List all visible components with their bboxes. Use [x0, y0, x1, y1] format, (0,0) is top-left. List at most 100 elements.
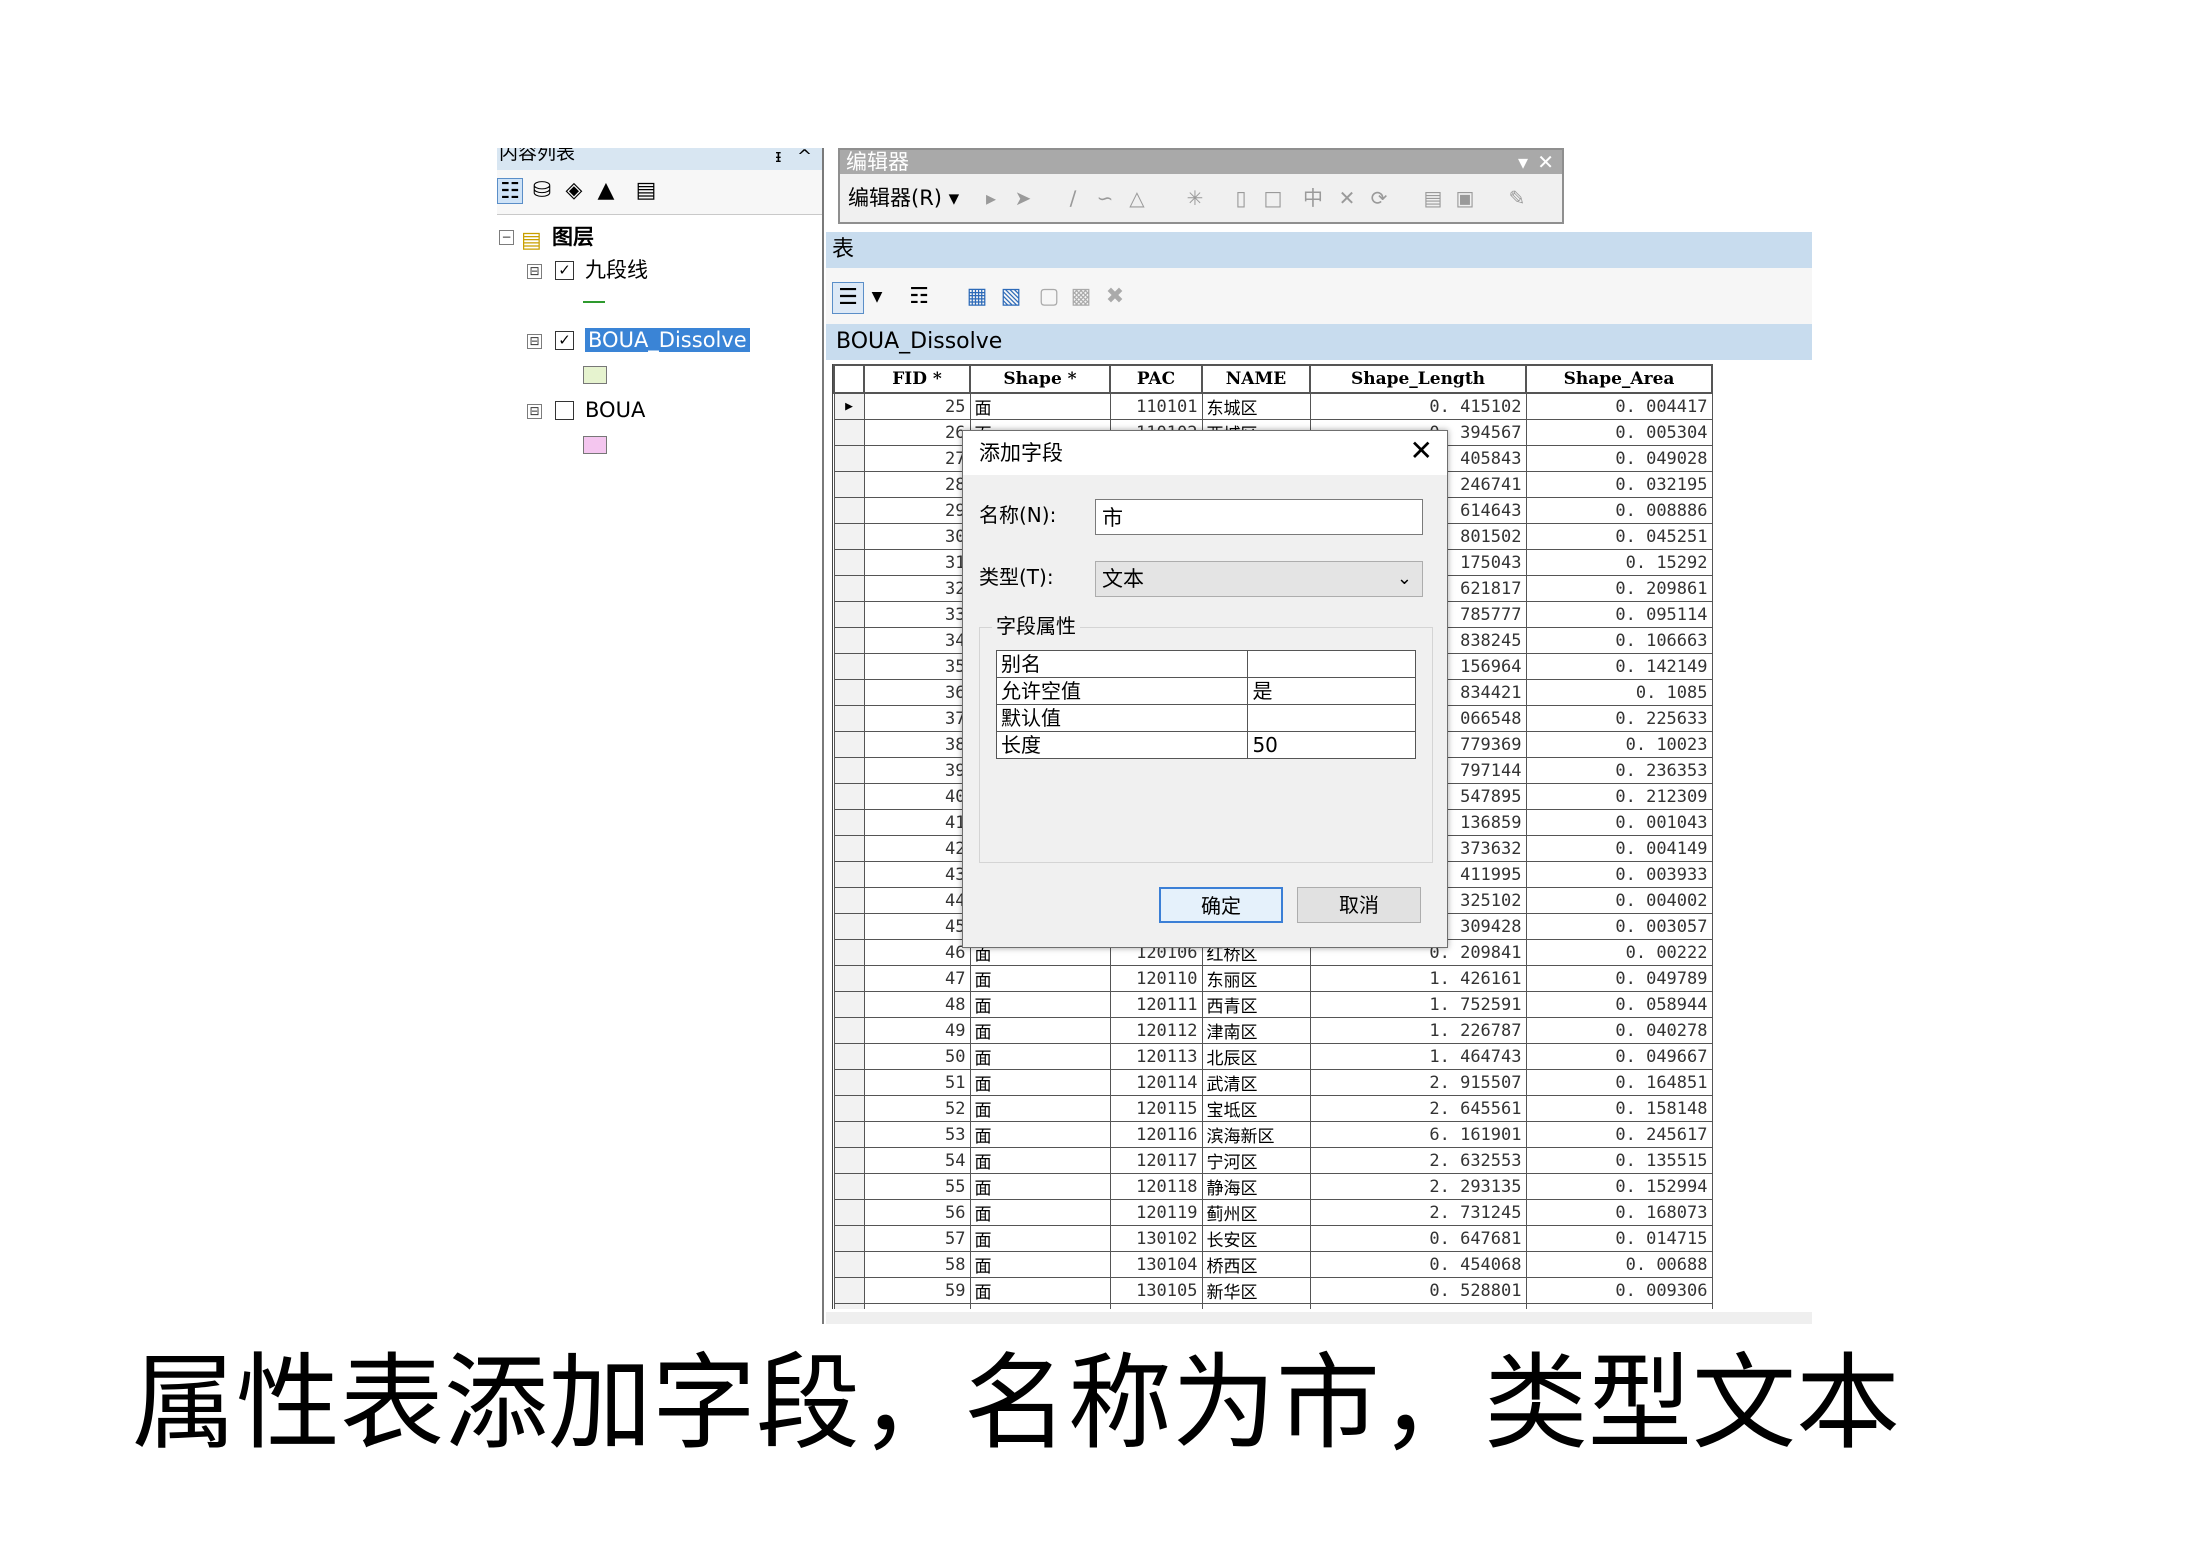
cell-shape-area[interactable]: 0. 135515 [1525, 1147, 1713, 1174]
cell-fid[interactable]: 54 [863, 1147, 971, 1174]
cell-pac[interactable]: 130107 [1109, 1303, 1203, 1309]
list-by-visibility-icon[interactable]: ◈ [561, 178, 587, 204]
row-selector[interactable] [833, 861, 865, 888]
cell-name[interactable]: 东丽区 [1201, 965, 1311, 992]
end-point-arc-icon[interactable]: ∽ [1092, 184, 1118, 212]
cell-pac[interactable]: 120111 [1109, 991, 1203, 1018]
row-selector[interactable] [833, 679, 865, 706]
point-tool-icon[interactable]: ✳ [1182, 184, 1208, 212]
cell-shape-area[interactable]: 0. 004002 [1525, 887, 1713, 914]
cell-shape-area[interactable]: 0. 001043 [1525, 809, 1713, 836]
cell-shape-length[interactable]: 0. 600621 [1309, 1303, 1527, 1309]
row-selector[interactable] [833, 913, 865, 940]
property-value[interactable] [1247, 650, 1416, 678]
toc-root-label[interactable]: 图层 [552, 223, 594, 251]
cell-pac[interactable]: 120114 [1109, 1069, 1203, 1096]
cell-name[interactable]: 新华区 [1201, 1277, 1311, 1304]
cell-fid[interactable]: 27 [863, 445, 971, 472]
zoom-to-selected-icon[interactable]: ▩ [1066, 282, 1096, 312]
property-row[interactable]: 长度 50 [995, 731, 1416, 759]
cell-shape[interactable]: 面 [969, 991, 1111, 1018]
row-selector[interactable] [833, 1095, 865, 1122]
row-selector[interactable] [833, 835, 865, 862]
cell-shape-area[interactable]: 0. 10023 [1525, 731, 1713, 758]
cell-shape-area[interactable]: 0. 009306 [1525, 1277, 1713, 1304]
cell-name[interactable]: 津南区 [1201, 1017, 1311, 1044]
cell-name[interactable]: 西青区 [1201, 991, 1311, 1018]
cell-shape-area[interactable]: 0. 058944 [1525, 991, 1713, 1018]
table-row[interactable]: 57 面 130102 长安区 0. 647681 0. 014715 [833, 1225, 1713, 1252]
cell-pac[interactable]: 130105 [1109, 1277, 1203, 1304]
cell-fid[interactable]: 57 [863, 1225, 971, 1252]
table-row[interactable]: 49 面 120112 津南区 1. 226787 0. 040278 [833, 1017, 1713, 1044]
cell-fid[interactable]: 31 [863, 549, 971, 576]
ok-button[interactable]: 确定 [1159, 887, 1283, 923]
cell-shape-area[interactable]: 0. 168073 [1525, 1199, 1713, 1226]
property-value[interactable]: 50 [1247, 731, 1416, 759]
cell-pac[interactable]: 120119 [1109, 1199, 1203, 1226]
edit-vertices-icon[interactable]: ▯ [1228, 184, 1254, 212]
column-header-fid[interactable]: FID * [863, 364, 971, 394]
row-selector[interactable] [833, 653, 865, 680]
cell-fid[interactable]: 29 [863, 497, 971, 524]
cell-fid[interactable]: 60 [863, 1303, 971, 1309]
row-selector[interactable] [833, 549, 865, 576]
cell-shape-area[interactable]: 0. 095114 [1525, 601, 1713, 628]
cell-name[interactable]: 北辰区 [1201, 1043, 1311, 1070]
cell-fid[interactable]: 44 [863, 887, 971, 914]
cell-fid[interactable]: 46 [863, 939, 971, 966]
row-selector[interactable] [833, 991, 865, 1018]
cell-pac[interactable]: 130102 [1109, 1225, 1203, 1252]
cell-shape[interactable]: 面 [969, 1043, 1111, 1070]
table-row[interactable]: 55 面 120118 静海区 2. 293135 0. 152994 [833, 1173, 1713, 1200]
cell-shape[interactable]: 面 [969, 1277, 1111, 1304]
related-tables-icon[interactable]: ☶ [904, 282, 934, 312]
cell-shape-area[interactable]: 0. 014715 [1525, 1225, 1713, 1252]
cell-fid[interactable]: 40 [863, 783, 971, 810]
property-row[interactable]: 别名 [995, 650, 1416, 678]
cell-fid[interactable]: 50 [863, 1043, 971, 1070]
cell-fid[interactable]: 55 [863, 1173, 971, 1200]
cell-shape[interactable]: 面 [969, 1095, 1111, 1122]
collapse-icon[interactable]: ^ [797, 148, 812, 168]
cell-shape-area[interactable]: 0. 007078 [1525, 1303, 1713, 1309]
table-row[interactable]: 59 面 130105 新华区 0. 528801 0. 009306 [833, 1277, 1713, 1304]
cell-fid[interactable]: 47 [863, 965, 971, 992]
root-expander-icon[interactable]: − [499, 230, 514, 245]
row-selector[interactable] [833, 1173, 865, 1200]
row-selector[interactable] [833, 1251, 865, 1278]
row-selector[interactable] [833, 1147, 865, 1174]
layer-label-boua-dissolve[interactable]: BOUA_Dissolve [585, 326, 750, 354]
row-selector[interactable] [833, 757, 865, 784]
layer-visibility-checkbox-unchecked[interactable] [555, 401, 574, 420]
cell-shape-area[interactable]: 0. 236353 [1525, 757, 1713, 784]
cell-shape-length[interactable]: 2. 645561 [1309, 1095, 1527, 1122]
options-icon[interactable]: ▤ [633, 178, 659, 204]
table-row[interactable]: 48 面 120111 西青区 1. 752591 0. 058944 [833, 991, 1713, 1018]
cell-shape-length[interactable]: 0. 415102 [1309, 392, 1527, 420]
cell-fid[interactable]: 58 [863, 1251, 971, 1278]
cell-fid[interactable]: 53 [863, 1121, 971, 1148]
cell-pac[interactable]: 130104 [1109, 1251, 1203, 1278]
cell-shape-length[interactable]: 2. 915507 [1309, 1069, 1527, 1096]
cell-shape-length[interactable]: 6. 161901 [1309, 1121, 1527, 1148]
cell-shape[interactable]: 面 [969, 1173, 1111, 1200]
row-selector[interactable] [833, 1017, 865, 1044]
attributes-icon[interactable]: ▤ [1420, 184, 1446, 212]
cell-shape-area[interactable]: 0. 045251 [1525, 523, 1713, 550]
cell-pac[interactable]: 120116 [1109, 1121, 1203, 1148]
straight-segment-icon[interactable]: ∕ [1060, 184, 1086, 212]
close-icon[interactable]: ✕ [1537, 150, 1554, 174]
row-selector-header[interactable] [833, 364, 865, 394]
cell-shape-area[interactable]: 0. 005304 [1525, 419, 1713, 446]
cell-fid[interactable]: 45 [863, 913, 971, 940]
cell-shape-area[interactable]: 0. 158148 [1525, 1095, 1713, 1122]
row-selector[interactable] [833, 783, 865, 810]
cell-fid[interactable]: 59 [863, 1277, 971, 1304]
cell-name[interactable]: 东城区 [1201, 392, 1311, 420]
cell-shape[interactable]: 面 [969, 1069, 1111, 1096]
row-selector[interactable] [833, 445, 865, 472]
cell-fid[interactable]: 43 [863, 861, 971, 888]
cell-fid[interactable]: 25 [863, 392, 971, 420]
editor-menu-button[interactable]: 编辑器(R) ▾ [848, 184, 959, 212]
